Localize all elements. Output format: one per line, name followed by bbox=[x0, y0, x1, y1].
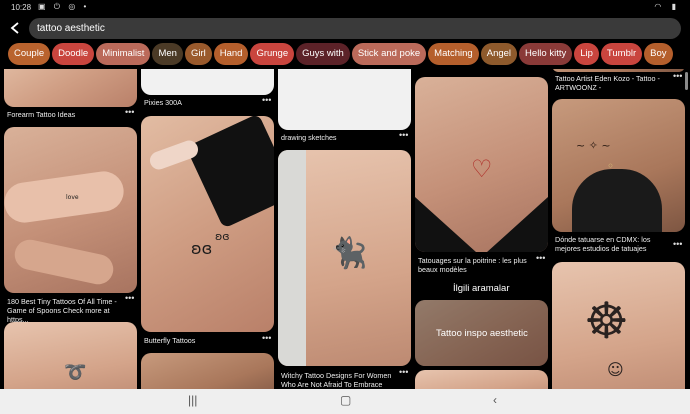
back-arrow-icon[interactable] bbox=[9, 22, 21, 34]
filter-chip[interactable]: Boy bbox=[644, 43, 673, 65]
tiny-tattoo: love bbox=[66, 194, 79, 201]
pin-feed: Forearm Tattoo Ideas ••• love 180 Best T… bbox=[0, 69, 690, 389]
wall-shape bbox=[278, 150, 306, 366]
related-chips: Couple Doodle Minimalist Men Girl Hand Grunge G… bbox=[8, 43, 690, 67]
home-icon[interactable]: ▢ bbox=[340, 393, 351, 407]
related-search-card[interactable]: Tattoo inspo aesthetic bbox=[415, 300, 548, 366]
more-icon[interactable]: ••• bbox=[262, 333, 271, 343]
necklace: ◦ bbox=[607, 159, 615, 173]
related-card-label: Tattoo inspo aesthetic bbox=[436, 328, 528, 339]
pin-title-best: 180 Best Tiny Tattoos Of All Time - Game… bbox=[7, 297, 117, 324]
notification-icons: ▣ ⏻ ◎ • bbox=[38, 2, 90, 11]
more-icon[interactable]: ••• bbox=[673, 239, 682, 249]
filter-chip[interactable]: Angel bbox=[480, 43, 518, 65]
more-icon[interactable]: ••• bbox=[399, 130, 408, 140]
more-icon[interactable]: ••• bbox=[673, 71, 682, 81]
more-icon[interactable]: ••• bbox=[125, 293, 134, 303]
filter-chip[interactable]: Couple bbox=[8, 43, 51, 65]
medusa-tattoo: ☸ bbox=[584, 292, 629, 350]
more-icon[interactable]: ••• bbox=[536, 253, 545, 263]
pin-image-witchy[interactable]: 🐈‍⬛ bbox=[278, 150, 411, 366]
fingers-shape bbox=[147, 137, 201, 173]
related-heading: İlgili aramalar bbox=[453, 283, 510, 294]
pin-image-bottom-2[interactable] bbox=[141, 353, 274, 389]
more-icon[interactable]: ••• bbox=[125, 107, 134, 117]
pin-image-bottom-4[interactable] bbox=[415, 370, 548, 389]
filter-chip[interactable]: Hello kitty bbox=[519, 43, 573, 65]
more-icon[interactable]: ••• bbox=[399, 367, 408, 377]
pin-title-forearm: Forearm Tattoo Ideas bbox=[7, 110, 76, 119]
filter-chip[interactable]: Hand bbox=[213, 43, 249, 65]
search-query: tattoo aesthetic bbox=[37, 23, 105, 34]
scrollbar[interactable] bbox=[685, 72, 688, 90]
pin-image-forearm[interactable] bbox=[4, 69, 137, 107]
pin-image-eden[interactable] bbox=[552, 69, 685, 72]
filter-chip[interactable]: Lip bbox=[574, 43, 599, 65]
search-input[interactable]: tattoo aesthetic bbox=[29, 18, 681, 39]
pin-title-poitrine: Tatouages sur la poitrine : les plus bea… bbox=[418, 256, 527, 274]
filter-chip[interactable]: Girl bbox=[184, 43, 212, 65]
pin-image-best[interactable]: love bbox=[4, 127, 137, 293]
medusa-face: ☺ bbox=[607, 360, 624, 379]
pin-title-donde: Dónde tatuarse en CDMX: los mejores estu… bbox=[555, 235, 651, 253]
top-garment-shape bbox=[415, 197, 548, 252]
status-bar: 10:28 ▣ ⏻ ◎ • ◠ ▮ bbox=[0, 0, 690, 14]
filter-chip[interactable]: Matching bbox=[428, 43, 479, 65]
filter-chip[interactable]: Minimalist bbox=[96, 43, 151, 65]
butterfly-tattoo: ʚɞ bbox=[191, 239, 213, 258]
nav-back-icon[interactable]: ‹ bbox=[493, 393, 497, 407]
system-nav-bar: ||| ▢ ‹ bbox=[0, 389, 690, 414]
filter-chip[interactable]: Grunge bbox=[250, 43, 295, 65]
filter-chip[interactable]: Men bbox=[152, 43, 183, 65]
recents-icon[interactable]: ||| bbox=[188, 393, 197, 407]
heart-tattoo: ♡ bbox=[471, 155, 493, 183]
pin-title-pixies: Pixies 300A bbox=[144, 98, 182, 107]
pin-image-medusa[interactable]: ☸ ☺ bbox=[552, 262, 685, 389]
pin-image-butterfly[interactable]: ʚɞ ʚɞ bbox=[141, 116, 274, 332]
pin-title-drawing: drawing sketches bbox=[281, 133, 337, 142]
search-row: tattoo aesthetic bbox=[0, 14, 690, 42]
butterfly-tattoo-small: ʚɞ bbox=[215, 230, 230, 243]
scribble-tattoo: ➰ bbox=[64, 362, 87, 383]
pin-image-poitrine[interactable]: ♡ bbox=[415, 77, 548, 252]
clothing-shape bbox=[185, 116, 274, 229]
pin-image-bottom-1[interactable]: ➰ bbox=[4, 322, 137, 389]
cat-tattoo: 🐈‍⬛ bbox=[330, 236, 368, 271]
filter-chip[interactable]: Guys with bbox=[296, 43, 350, 65]
top-garment-shape bbox=[572, 169, 662, 232]
chest-tattoo: ~ ✧ ~ bbox=[576, 139, 611, 152]
status-time: 10:28 bbox=[11, 3, 32, 12]
more-icon[interactable]: ••• bbox=[262, 95, 271, 105]
filter-chip[interactable]: Stick and poke bbox=[351, 43, 427, 65]
system-icons: ◠ ▮ bbox=[654, 2, 680, 11]
pin-image-donde[interactable]: ~ ✧ ~ ◦ bbox=[552, 99, 685, 232]
pin-image-drawing[interactable] bbox=[278, 69, 411, 130]
pin-title-butterfly: Butterfly Tattoos bbox=[144, 336, 196, 345]
hand-shape bbox=[11, 236, 117, 288]
pin-title-witchy: Witchy Tattoo Designs For Women Who Are … bbox=[281, 371, 392, 389]
filter-chip[interactable]: Tumblr bbox=[600, 43, 643, 65]
pin-title-eden: Tattoo Artist Eden Kozo - Tattoo - ARTWO… bbox=[555, 74, 660, 92]
pin-image-pixies[interactable] bbox=[141, 69, 274, 95]
filter-chip[interactable]: Doodle bbox=[52, 43, 95, 65]
